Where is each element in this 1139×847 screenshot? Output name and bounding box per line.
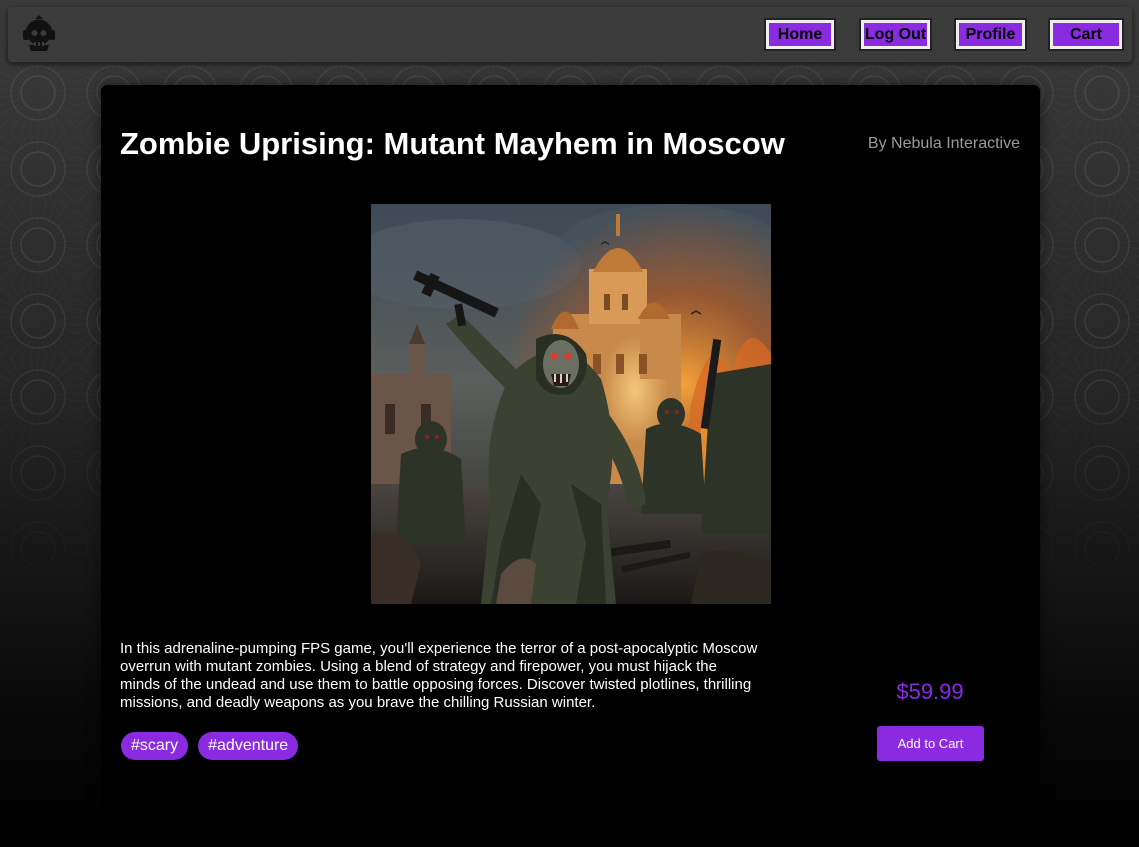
- nav-home-label: Home: [769, 23, 831, 46]
- nav-cart-label: Cart: [1053, 23, 1119, 46]
- game-publisher: By Nebula Interactive: [867, 135, 1020, 152]
- nav-profile-button[interactable]: Profile: [954, 18, 1027, 51]
- nav-cart-button[interactable]: Cart: [1048, 18, 1124, 51]
- game-detail-card: Zombie Uprising: Mutant Mayhem in Moscow…: [101, 85, 1040, 808]
- game-price: $59.99: [896, 679, 964, 704]
- game-description: In this adrenaline-pumping FPS game, you…: [120, 640, 758, 711]
- game-cover-image: [371, 204, 771, 604]
- tag-adventure[interactable]: #adventure: [198, 732, 299, 760]
- add-to-cart-button[interactable]: Add to Cart: [877, 726, 984, 761]
- top-navbar: Home Log Out Profile Cart: [8, 7, 1132, 62]
- tag-scary[interactable]: #scary: [121, 732, 189, 760]
- tag-list: #scary #adventure: [121, 732, 299, 760]
- game-title: Zombie Uprising: Mutant Mayhem in Moscow: [120, 126, 785, 161]
- nav-logout-label: Log Out: [864, 23, 927, 46]
- nav-profile-label: Profile: [959, 23, 1022, 46]
- nav-logout-button[interactable]: Log Out: [859, 18, 932, 51]
- skull-gamer-logo-icon[interactable]: [18, 14, 60, 56]
- nav-home-button[interactable]: Home: [764, 18, 836, 51]
